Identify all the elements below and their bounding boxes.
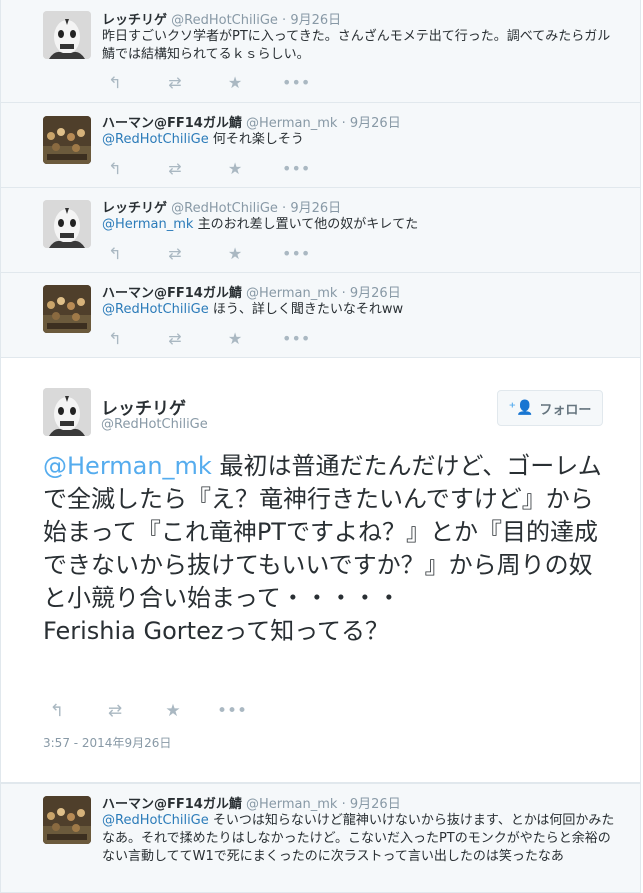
star-icon[interactable]: ★	[222, 73, 248, 92]
username[interactable]: @Herman_mk	[246, 797, 337, 812]
tweet-actions: ↰ ⇄ ★ •••	[102, 159, 310, 178]
separator: ·	[341, 797, 346, 812]
fullname[interactable]: ハーマン@FF14ガル鯖	[102, 797, 242, 812]
tweet-header: レッチリゲ @RedHotChiliGe · 9月26日	[102, 197, 341, 216]
tweet-text-body: ほう、詳しく聞きたいなそれww	[208, 302, 404, 317]
more-icon[interactable]: •••	[282, 244, 310, 263]
timestamp[interactable]: 9月26日	[350, 797, 401, 812]
tweet-text-body: 何それ楽しそう	[208, 132, 304, 147]
star-icon[interactable]: ★	[222, 329, 248, 348]
tweet-actions: ↰ ⇄ ★ •••	[102, 73, 310, 92]
tweet-text: @Herman_mk 主のおれ差し置いて他の奴がキレてた	[102, 216, 622, 234]
mask-avatar-image	[43, 11, 91, 59]
username[interactable]: @RedHotChiliGe	[101, 417, 208, 432]
star-icon[interactable]: ★	[222, 159, 248, 178]
tweet-text-line2: Ferishia Gortezって知ってる？	[43, 617, 390, 645]
tweet-text: @Herman_mk 最初は普通だたんだけど、ゴーレムで全滅したら『え？竜神行き…	[43, 450, 603, 648]
mention-link[interactable]: @RedHotChiliGe	[102, 132, 209, 147]
tweet-header: ハーマン@FF14ガル鯖 @Herman_mk · 9月26日	[102, 793, 401, 812]
separator: ·	[341, 116, 346, 131]
separator: ·	[341, 286, 346, 301]
permalink-tweet: レッチリゲ @RedHotChiliGe ⁺👤 フォロー @Herman_mk …	[0, 357, 641, 783]
retweet-icon[interactable]: ⇄	[101, 701, 129, 721]
avatar[interactable]	[43, 285, 91, 333]
reply-icon[interactable]: ↰	[102, 244, 128, 263]
reply-icon[interactable]: ↰	[102, 329, 128, 348]
retweet-icon[interactable]: ⇄	[162, 244, 188, 263]
retweet-icon[interactable]: ⇄	[162, 73, 188, 92]
star-icon[interactable]: ★	[159, 701, 187, 721]
more-icon[interactable]: •••	[282, 73, 310, 92]
username[interactable]: @RedHotChiliGe	[171, 201, 278, 216]
reply-icon[interactable]: ↰	[102, 159, 128, 178]
tweet-text: @RedHotChiliGe そいつは知らないけど龍神いけないから抜けます、とか…	[102, 812, 622, 866]
follow-button[interactable]: ⁺👤 フォロー	[497, 390, 603, 426]
add-user-icon: ⁺👤	[508, 400, 534, 416]
username[interactable]: @Herman_mk	[246, 286, 337, 301]
conversation-tweet[interactable]: ハーマン@FF14ガル鯖 @Herman_mk · 9月26日 @RedHotC…	[0, 273, 641, 358]
crowd-avatar-image	[43, 116, 91, 164]
avatar[interactable]	[43, 11, 91, 59]
tweet-header: ハーマン@FF14ガル鯖 @Herman_mk · 9月26日	[102, 112, 401, 131]
avatar[interactable]	[43, 116, 91, 164]
timestamp[interactable]: 9月26日	[350, 116, 401, 131]
follow-label: フォロー	[539, 402, 592, 418]
mask-avatar-image	[43, 388, 91, 436]
fullname[interactable]: ハーマン@FF14ガル鯖	[102, 116, 242, 131]
crowd-avatar-image	[43, 796, 91, 844]
tweet-text: @RedHotChiliGe 何それ楽しそう	[102, 131, 622, 149]
fullname[interactable]: レッチリゲ	[102, 13, 167, 28]
conversation-tweet[interactable]: レッチリゲ @RedHotChiliGe · 9月26日 @Herman_mk …	[0, 188, 641, 273]
tweet-actions: ↰ ⇄ ★ •••	[102, 244, 310, 263]
avatar[interactable]	[43, 796, 91, 844]
conversation-tweet[interactable]: レッチリゲ @RedHotChiliGe · 9月26日 昨日すごいクソ学者がP…	[0, 0, 641, 103]
mask-avatar-image	[43, 200, 91, 248]
timestamp[interactable]: 9月26日	[290, 201, 341, 216]
reply-icon[interactable]: ↰	[43, 701, 71, 721]
tweet-header: ハーマン@FF14ガル鯖 @Herman_mk · 9月26日	[102, 282, 401, 301]
tweet-text-body: 主のおれ差し置いて他の奴がキレてた	[193, 217, 419, 232]
separator: ·	[282, 201, 287, 216]
timestamp[interactable]: 9月26日	[290, 13, 341, 28]
tweet-text: @RedHotChiliGe ほう、詳しく聞きたいなそれww	[102, 301, 622, 319]
timestamp[interactable]: 9月26日	[350, 286, 401, 301]
username[interactable]: @RedHotChiliGe	[171, 13, 278, 28]
reply-tweet[interactable]: ハーマン@FF14ガル鯖 @Herman_mk · 9月26日 @RedHotC…	[0, 783, 641, 893]
mention-link[interactable]: @RedHotChiliGe	[102, 302, 209, 317]
more-icon[interactable]: •••	[217, 701, 247, 721]
conversation-tweet[interactable]: ハーマン@FF14ガル鯖 @Herman_mk · 9月26日 @RedHotC…	[0, 103, 641, 188]
more-icon[interactable]: •••	[282, 329, 310, 348]
tweet-text-body: 昨日すごいクソ学者がPTに入ってきた。さんざんモメテ出て行った。調べてみたらガル…	[102, 29, 611, 62]
username[interactable]: @Herman_mk	[246, 116, 337, 131]
retweet-icon[interactable]: ⇄	[162, 159, 188, 178]
more-icon[interactable]: •••	[282, 159, 310, 178]
reply-icon[interactable]: ↰	[102, 73, 128, 92]
tweet-text: 昨日すごいクソ学者がPTに入ってきた。さんざんモメテ出て行った。調べてみたらガル…	[102, 28, 622, 64]
retweet-icon[interactable]: ⇄	[162, 329, 188, 348]
crowd-avatar-image	[43, 285, 91, 333]
mention-link[interactable]: @Herman_mk	[102, 217, 193, 232]
star-icon[interactable]: ★	[222, 244, 248, 263]
avatar[interactable]	[43, 200, 91, 248]
mention-link[interactable]: @RedHotChiliGe	[102, 813, 209, 828]
separator: ·	[282, 13, 287, 28]
fullname[interactable]: レッチリゲ	[101, 394, 186, 419]
fullname[interactable]: ハーマン@FF14ガル鯖	[102, 286, 242, 301]
tweet-header: レッチリゲ @RedHotChiliGe · 9月26日	[102, 9, 341, 28]
fullname[interactable]: レッチリゲ	[102, 201, 167, 216]
tweet-actions: ↰ ⇄ ★ •••	[102, 329, 310, 348]
mention-link[interactable]: @Herman_mk	[43, 452, 212, 480]
avatar[interactable]	[43, 388, 91, 436]
timestamp[interactable]: 3:57 - 2014年9月26日	[43, 734, 171, 751]
tweet-actions: ↰ ⇄ ★ •••	[43, 701, 247, 721]
